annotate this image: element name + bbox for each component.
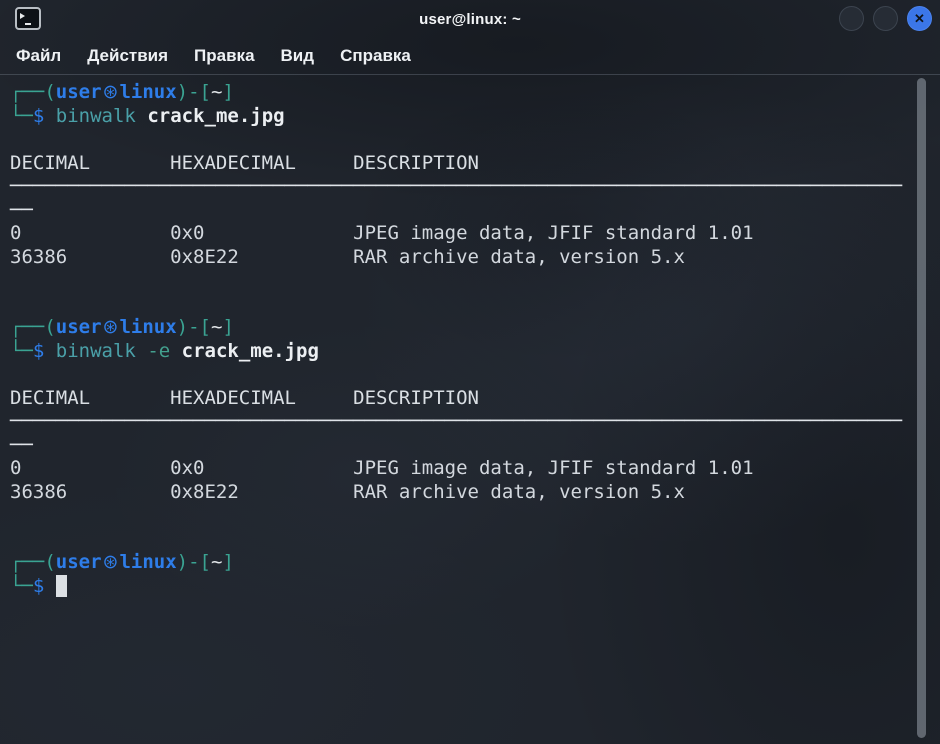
terminal-line: ┌──(user⊛linux)-[~]: [10, 551, 930, 575]
terminal-line: [10, 504, 930, 528]
menu-item-2[interactable]: Правка: [194, 46, 254, 66]
terminal-line: └─$ binwalk -e crack_me.jpg: [10, 340, 930, 364]
terminal-line: 0 0x0 JPEG image data, JFIF standard 1.0…: [10, 457, 930, 481]
seg-frame: )-[: [177, 316, 211, 338]
seg-frame: )-[: [177, 551, 211, 573]
terminal-line: [10, 528, 930, 552]
terminal-line: [10, 293, 930, 317]
scrollbar-thumb[interactable]: [917, 78, 926, 738]
terminal-line: ──: [10, 199, 930, 223]
menubar: Файл Действия Правка Вид Справка: [0, 38, 940, 75]
terminal-line: 36386 0x8E22 RAR archive data, version 5…: [10, 481, 930, 505]
seg-sep: ────────────────────────────────────────…: [10, 175, 902, 197]
seg-user: linux: [119, 551, 176, 573]
seg-sep: ──: [10, 199, 33, 221]
menu-item-3[interactable]: Вид: [281, 46, 315, 66]
seg-frame: └─: [10, 575, 33, 597]
window-controls: ✕: [839, 6, 932, 31]
seg-cmd: binwalk: [56, 105, 136, 127]
terminal-line: └─$ binwalk crack_me.jpg: [10, 105, 930, 129]
seg-user: user: [56, 551, 102, 573]
seg-frame: ┌──(: [10, 81, 56, 103]
seg-arg: crack_me.jpg: [182, 340, 319, 362]
seg-path: ~: [211, 551, 222, 573]
seg-path: ~: [211, 81, 222, 103]
seg-frame: ]: [222, 551, 233, 573]
terminal-line: [10, 363, 930, 387]
kali-at-icon: ⊛: [102, 551, 120, 573]
terminal-window: user@linux: ~ ✕ Файл Действия Правка Вид Спр…: [0, 0, 940, 744]
terminal-line: 36386 0x8E22 RAR archive data, version 5…: [10, 246, 930, 270]
seg-dollar: $: [33, 105, 44, 127]
titlebar[interactable]: user@linux: ~ ✕: [0, 0, 940, 38]
seg-out: 0 0x0 JPEG image data, JFIF standard 1.0…: [10, 457, 754, 479]
seg-frame: ┌──(: [10, 316, 56, 338]
seg-frame: ]: [222, 81, 233, 103]
seg-arg: crack_me.jpg: [147, 105, 284, 127]
menu-item-4[interactable]: Справка: [340, 46, 411, 66]
terminal-viewport[interactable]: ┌──(user⊛linux)-[~]└─$ binwalk crack_me.…: [0, 75, 940, 744]
seg-dollar: $: [33, 575, 44, 597]
seg-out: 36386 0x8E22 RAR archive data, version 5…: [10, 481, 685, 503]
seg-out: 36386 0x8E22 RAR archive data, version 5…: [10, 246, 685, 268]
terminal-line: ────────────────────────────────────────…: [10, 175, 930, 199]
seg-out: [170, 340, 181, 362]
seg-frame: └─: [10, 340, 33, 362]
close-icon: ✕: [914, 12, 925, 25]
seg-cmd: binwalk: [56, 340, 136, 362]
menu-item-0[interactable]: Файл: [16, 46, 61, 66]
close-button[interactable]: ✕: [907, 6, 932, 31]
minimize-button[interactable]: [839, 6, 864, 31]
seg-user: user: [56, 316, 102, 338]
seg-sep: ──: [10, 434, 33, 456]
seg-frame: )-[: [177, 81, 211, 103]
seg-frame: └─: [10, 105, 33, 127]
seg-out: [44, 105, 55, 127]
terminal-line: ┌──(user⊛linux)-[~]: [10, 81, 930, 105]
seg-out: [136, 340, 147, 362]
seg-user: linux: [119, 316, 176, 338]
seg-user: linux: [119, 81, 176, 103]
terminal-line: 0 0x0 JPEG image data, JFIF standard 1.0…: [10, 222, 930, 246]
terminal-line: ────────────────────────────────────────…: [10, 410, 930, 434]
seg-dollar: $: [33, 340, 44, 362]
seg-hdr: DECIMAL HEXADECIMAL DESCRIPTION: [10, 387, 479, 409]
terminal-line: ──: [10, 434, 930, 458]
terminal-line: DECIMAL HEXADECIMAL DESCRIPTION: [10, 387, 930, 411]
seg-frame: ]: [222, 316, 233, 338]
menu-item-1[interactable]: Действия: [87, 46, 168, 66]
terminal-line: ┌──(user⊛linux)-[~]: [10, 316, 930, 340]
seg-opt: -e: [147, 340, 170, 362]
seg-out: [44, 340, 55, 362]
seg-sep: ────────────────────────────────────────…: [10, 410, 902, 432]
seg-frame: ┌──(: [10, 551, 56, 573]
seg-out: [44, 575, 55, 597]
terminal-line: [10, 128, 930, 152]
seg-path: ~: [211, 316, 222, 338]
seg-user: user: [56, 81, 102, 103]
seg-out: [136, 105, 147, 127]
kali-at-icon: ⊛: [102, 81, 120, 103]
block-cursor: [56, 575, 67, 597]
terminal-line: [10, 269, 930, 293]
seg-out: 0 0x0 JPEG image data, JFIF standard 1.0…: [10, 222, 754, 244]
terminal-line: DECIMAL HEXADECIMAL DESCRIPTION: [10, 152, 930, 176]
maximize-button[interactable]: [873, 6, 898, 31]
window-title: user@linux: ~: [0, 0, 940, 38]
kali-at-icon: ⊛: [102, 316, 120, 338]
terminal-line: └─$: [10, 575, 930, 599]
seg-hdr: DECIMAL HEXADECIMAL DESCRIPTION: [10, 152, 479, 174]
